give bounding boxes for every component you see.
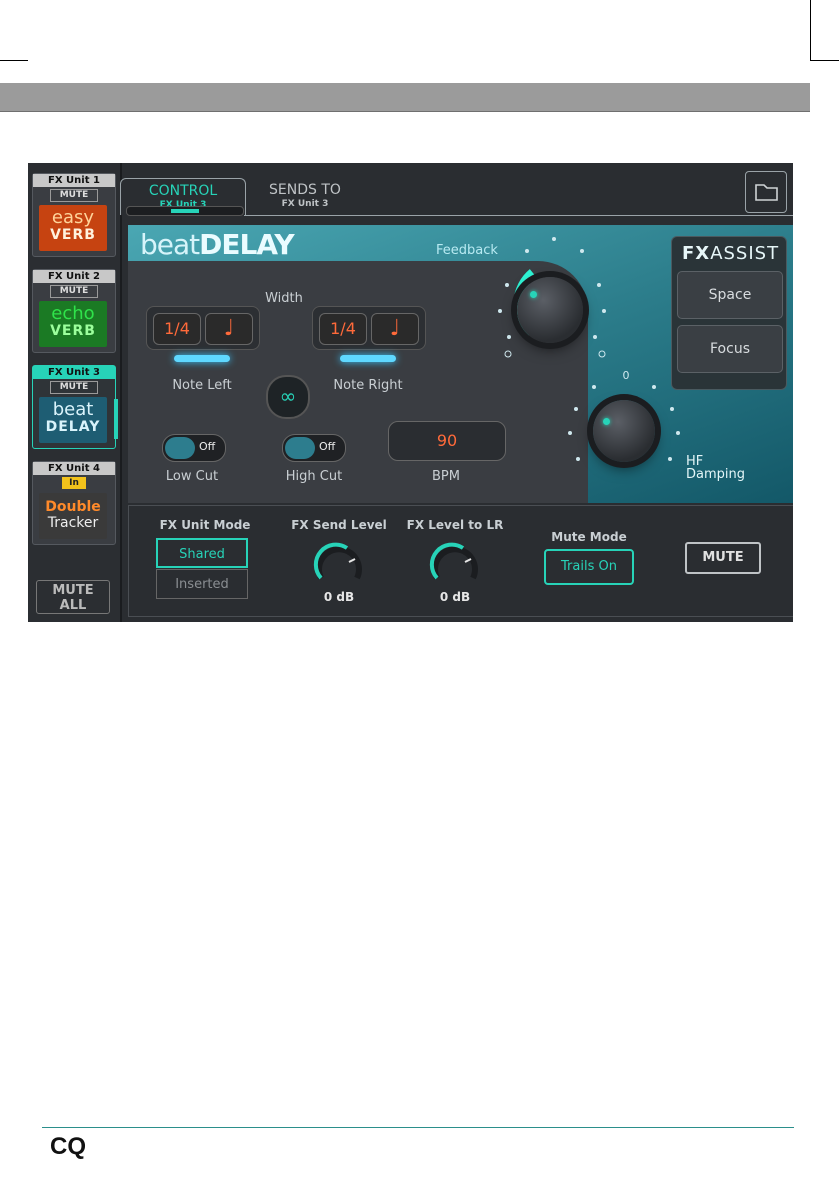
high-cut-toggle[interactable]: Off (282, 434, 346, 462)
toggle-state: Off (199, 440, 216, 453)
logo-line: Double (45, 499, 101, 515)
knob-indicator (603, 418, 610, 425)
note-right-selector[interactable]: 1/4 ♩ (312, 306, 426, 350)
quarter-note-icon[interactable]: ♩ (205, 313, 253, 345)
mute-all-label: MUTE (52, 583, 94, 598)
width-slider-fill (171, 209, 199, 213)
note-left-led (174, 355, 230, 362)
toggle-knob (165, 437, 195, 459)
trails-on-button[interactable]: Trails On (544, 549, 634, 585)
high-cut-label: High Cut (285, 469, 343, 484)
crop-mark (0, 60, 28, 61)
fx-assist-title: FXASSIST (682, 243, 779, 264)
quarter-note-icon[interactable]: ♩ (371, 313, 419, 345)
note-right-value[interactable]: 1/4 (319, 313, 367, 345)
page-header-bar (0, 83, 810, 112)
hf-damping-label: HF Damping (686, 454, 745, 482)
logo-line: VERB (50, 323, 96, 339)
note-left-value[interactable]: 1/4 (153, 313, 201, 345)
mode-shared-button[interactable]: Shared (156, 538, 248, 568)
fx-unit-1-slot[interactable]: FX Unit 1 MUTE easy VERB (32, 173, 116, 257)
focus-button[interactable]: Focus (677, 325, 783, 373)
note-right-label: Note Right (333, 378, 403, 393)
mute-mode-label: Mute Mode (551, 530, 627, 544)
fx-unit-title: FX Unit 2 (33, 270, 115, 283)
doubletracker-logo: Double Tracker (39, 493, 107, 539)
logo-line: easy (51, 207, 95, 228)
logo-line: echo (51, 303, 95, 324)
fx-screen: FX Unit 1 MUTE easy VERB FX Unit 2 MUTE … (28, 163, 793, 622)
knob-indicator (530, 291, 537, 298)
library-button[interactable] (745, 171, 787, 213)
fx-assist-title-bold: FX (682, 243, 711, 264)
tab-label: CONTROL (148, 183, 218, 199)
logo-line: Tracker (47, 515, 99, 531)
footer-rule (42, 1127, 794, 1128)
fx-unit-3-slot[interactable]: FX Unit 3 MUTE beat DELAY (32, 365, 116, 449)
fx-level-lr-label: FX Level to LR (406, 518, 504, 532)
tab-label: SENDS TO (269, 182, 341, 198)
title-bold: DELAY (199, 228, 294, 261)
footer-logo: CQ (50, 1133, 86, 1160)
width-label: Width (265, 291, 303, 306)
link-button[interactable]: ∞ (266, 375, 310, 419)
fx-unit-title: FX Unit 1 (33, 174, 115, 187)
low-cut-toggle[interactable]: Off (162, 434, 226, 462)
echoverb-logo: echo VERB (39, 301, 107, 347)
toggle-knob (285, 437, 315, 459)
fx-unit-mode-label: FX Unit Mode (159, 518, 251, 532)
folder-icon (755, 184, 778, 201)
fx-level-lr-knob[interactable] (427, 538, 483, 588)
crop-mark (810, 0, 811, 60)
width-slider[interactable] (126, 206, 244, 216)
mode-inserted-button[interactable]: Inserted (156, 569, 248, 599)
logo-line: DELAY (45, 419, 101, 435)
mute-all-label: ALL (59, 598, 87, 613)
fx-assist-panel: FXASSIST Space Focus (671, 236, 787, 390)
fx-unit-title: FX Unit 4 (33, 462, 115, 475)
fx-unit-2-slot[interactable]: FX Unit 2 MUTE echo VERB (32, 269, 116, 353)
tab-divider (244, 215, 793, 216)
fx-assist-title-light: ASSIST (710, 243, 780, 264)
fx-unit-4-slot[interactable]: FX Unit 4 In Double Tracker (32, 461, 116, 545)
fx-unit-mute-badge: MUTE (50, 381, 98, 394)
mute-all-button[interactable]: MUTE ALL (36, 580, 110, 614)
space-button[interactable]: Space (677, 271, 783, 319)
note-right-led (340, 355, 396, 362)
tab-sublabel: FX Unit 3 (281, 199, 329, 209)
fx-unit-mute-badge: MUTE (50, 189, 98, 202)
fx-send-level-label: FX Send Level (291, 518, 387, 532)
note-left-selector[interactable]: 1/4 ♩ (146, 306, 260, 350)
logo-line: beat (52, 399, 94, 420)
toggle-state: Off (319, 440, 336, 453)
fx-unit-settings: FX Unit Mode Shared Inserted FX Send Lev… (128, 505, 793, 617)
active-unit-indicator (114, 399, 118, 439)
fx-unit-insert-badge: In (62, 477, 86, 489)
fx-unit-title: FX Unit 3 (33, 366, 115, 379)
feedback-knob[interactable] (517, 277, 583, 343)
beatdelay-logo: beat DELAY (39, 397, 107, 443)
fx-send-level-value: 0 dB (323, 590, 355, 604)
link-icon: ∞ (279, 384, 297, 408)
beatdelay-title: beatDELAY (140, 228, 295, 261)
easyverb-logo: easy VERB (39, 205, 107, 251)
fx-level-lr-value: 0 dB (439, 590, 471, 604)
note-left-label: Note Left (172, 378, 232, 393)
logo-line: VERB (50, 227, 96, 243)
fx-send-level-knob[interactable] (311, 538, 367, 588)
fx-sidebar: FX Unit 1 MUTE easy VERB FX Unit 2 MUTE … (28, 163, 122, 622)
bpm-field[interactable]: 90 (388, 421, 506, 461)
hf-damping-knob[interactable] (593, 400, 655, 462)
crop-mark (810, 60, 839, 61)
bpm-label: BPM (432, 469, 460, 484)
low-cut-label: Low Cut (165, 469, 219, 484)
fx-unit-mute-badge: MUTE (50, 285, 98, 298)
tab-sends-to[interactable]: SENDS TO FX Unit 3 (250, 178, 360, 214)
mute-button[interactable]: MUTE (685, 542, 761, 574)
title-light: beat (140, 228, 200, 261)
